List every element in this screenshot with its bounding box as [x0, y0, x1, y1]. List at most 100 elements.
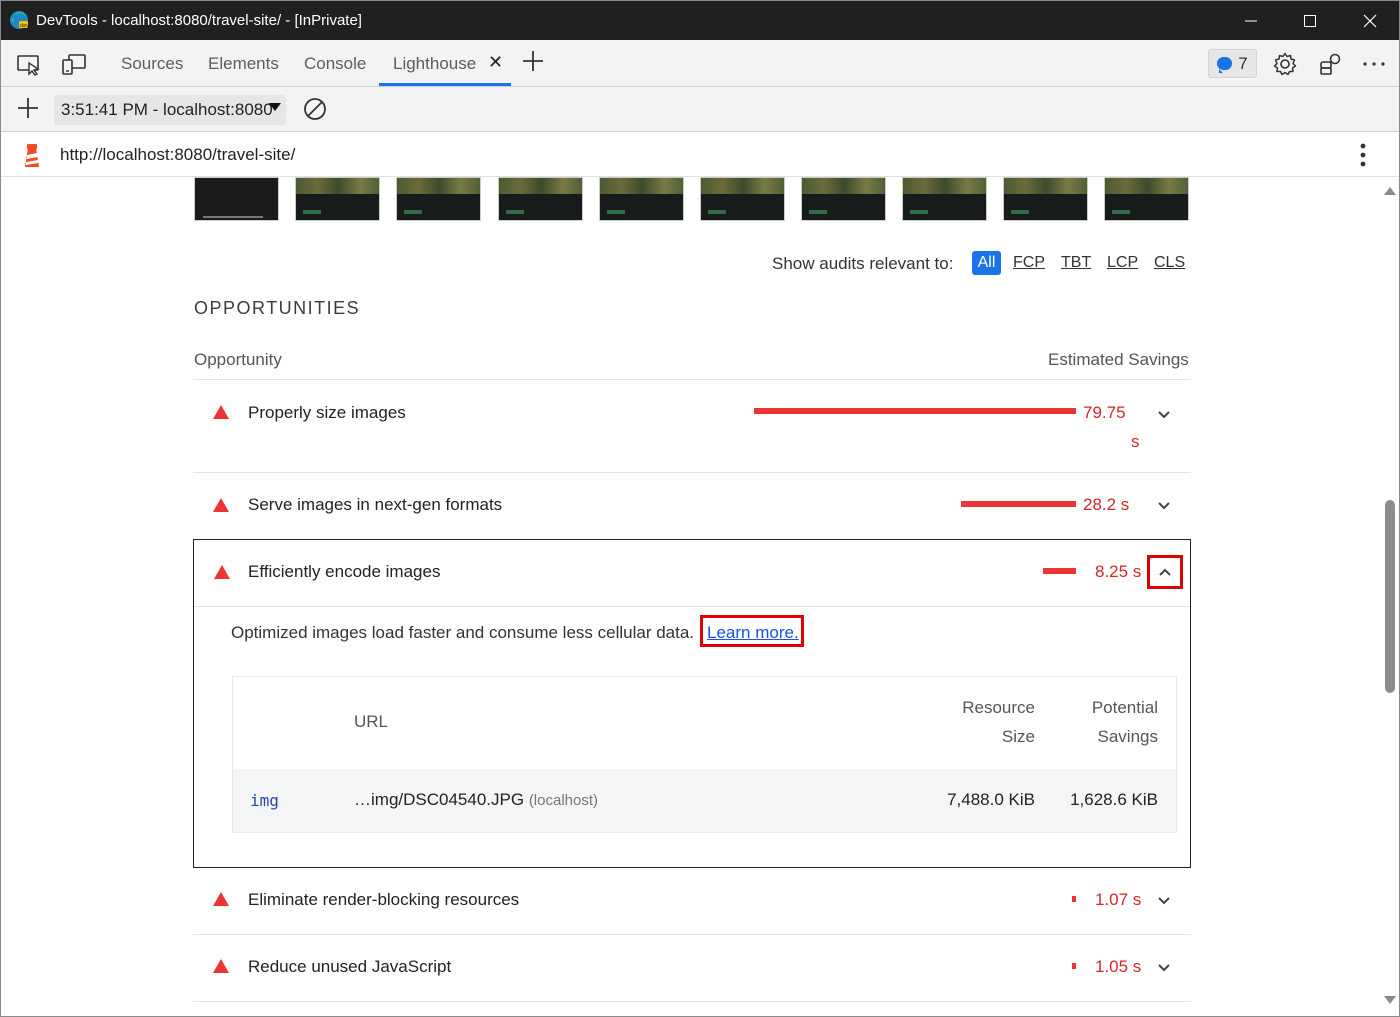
audit-properly-size-images[interactable]: Properly size images 79.75 s: [193, 380, 1191, 472]
audit-title: Eliminate render-blocking resources: [248, 890, 520, 909]
caret-down-icon: [269, 103, 281, 111]
audit-efficiently-encode-images: Efficiently encode images 8.25 s Optimiz…: [193, 539, 1191, 868]
filmstrip-frame: [599, 177, 684, 221]
savings-bar: [1072, 896, 1076, 902]
lighthouse-toolbar: 3:51:41 PM - localhost:8080: [1, 87, 1399, 132]
opportunities-heading: OPPORTUNITIES: [194, 298, 361, 318]
filmstrip-frame: [194, 177, 279, 221]
clear-reports-icon[interactable]: [303, 97, 327, 121]
more-options-icon[interactable]: [1361, 52, 1387, 76]
audit-title: Properly size images: [248, 403, 406, 422]
vertical-scrollbar[interactable]: [1381, 177, 1399, 1016]
scrollbar-thumb[interactable]: [1385, 500, 1395, 693]
fail-triangle-icon: [214, 565, 230, 579]
edge-devtools-icon: dev: [10, 11, 29, 29]
savings-bar: [1043, 568, 1076, 574]
svg-text:dev: dev: [20, 23, 29, 29]
audit-title: Reduce unused JavaScript: [248, 957, 452, 976]
fail-triangle-icon: [213, 892, 229, 906]
chevron-up-icon: [1159, 568, 1171, 576]
maximize-icon: [1304, 14, 1316, 27]
filter-cls-link[interactable]: CLS: [1154, 254, 1185, 272]
tab-sources[interactable]: Sources: [121, 54, 183, 74]
maximize-button[interactable]: [1280, 1, 1340, 40]
resource-size-header: Resource: [962, 698, 1035, 717]
minimize-button[interactable]: [1221, 1, 1281, 40]
filmstrip-frame: [498, 177, 583, 221]
element-tag[interactable]: img: [250, 791, 279, 810]
savings-unit: s: [1131, 432, 1140, 451]
filter-tbt-link[interactable]: TBT: [1061, 254, 1091, 272]
filmstrip: [193, 177, 1193, 221]
issues-count: 7: [1238, 53, 1248, 73]
chevron-down-icon[interactable]: [1157, 499, 1171, 513]
chevron-down-icon[interactable]: [1157, 961, 1171, 975]
collapse-audit-button[interactable]: [1147, 555, 1183, 589]
tab-elements[interactable]: Elements: [208, 54, 279, 74]
tab-lighthouse[interactable]: Lighthouse: [393, 54, 476, 74]
filter-fcp-link[interactable]: FCP: [1013, 254, 1045, 272]
resource-size-header: Size: [1001, 727, 1035, 746]
fail-triangle-icon: [213, 959, 229, 973]
savings-value: 8.25 s: [1095, 562, 1142, 581]
report-url: http://localhost:8080/travel-site/: [60, 145, 296, 164]
filmstrip-frame: [1104, 177, 1189, 221]
filmstrip-frame: [295, 177, 380, 221]
new-report-icon[interactable]: [16, 96, 40, 120]
close-tab-icon[interactable]: ✕: [488, 52, 503, 73]
chevron-down-icon[interactable]: [1157, 408, 1171, 422]
opportunity-column-header: Opportunity: [194, 350, 282, 369]
lighthouse-logo-icon: [25, 144, 39, 167]
filmstrip-frame: [902, 177, 987, 221]
filmstrip-frame: [801, 177, 886, 221]
scroll-down-arrow-icon[interactable]: [1384, 996, 1396, 1004]
filmstrip-frame: [1003, 177, 1088, 221]
report-menu-icon[interactable]: [1357, 142, 1369, 168]
devtools-tab-bar: Sources Elements Console Lighthouse ✕ 7: [1, 40, 1399, 87]
potential-savings-header: Savings: [1097, 727, 1158, 746]
audit-title: Serve images in next-gen formats: [248, 495, 503, 514]
audit-unused-javascript[interactable]: Reduce unused JavaScript 1.05 s: [193, 935, 1191, 1001]
devtools-window: dev DevTools - localhost:8080/travel-sit…: [0, 0, 1400, 1017]
filter-lcp-link[interactable]: LCP: [1107, 254, 1138, 272]
audit-title: Efficiently encode images: [248, 562, 441, 581]
active-tab-indicator: [379, 83, 511, 86]
learn-more-highlight: Learn more.: [700, 615, 804, 647]
issues-counter-button[interactable]: 7: [1208, 49, 1257, 78]
fail-triangle-icon: [213, 498, 229, 512]
divider: [193, 1001, 1191, 1002]
divider: [194, 606, 1190, 607]
savings-value: 28.2 s: [1083, 495, 1130, 514]
window-title: DevTools - localhost:8080/travel-site/ -…: [36, 12, 362, 29]
customize-devtools-icon[interactable]: [1318, 52, 1344, 76]
filter-all-button[interactable]: All: [972, 251, 1001, 275]
resource-url[interactable]: …img/DSC04540.JPG (localhost): [354, 790, 598, 810]
report-content[interactable]: Show audits relevant to: All FCP TBT LCP…: [1, 177, 1381, 1016]
issues-icon: [1217, 57, 1233, 73]
table-row: img …img/DSC04540.JPG (localhost) 7,488.…: [233, 769, 1176, 832]
close-window-button[interactable]: [1340, 1, 1399, 40]
audit-render-blocking[interactable]: Eliminate render-blocking resources 1.07…: [193, 868, 1191, 934]
report-selector[interactable]: 3:51:41 PM - localhost:8080: [54, 95, 286, 125]
settings-gear-icon[interactable]: [1272, 52, 1298, 76]
minimize-icon: [1245, 20, 1257, 21]
scroll-up-arrow-icon[interactable]: [1384, 187, 1396, 195]
potential-savings-value: 1,628.6 KiB: [1070, 790, 1158, 809]
close-icon: [1363, 14, 1377, 27]
filter-label: Show audits relevant to:: [772, 254, 954, 273]
audit-filter: Show audits relevant to: All FCP TBT LCP…: [1, 249, 1191, 277]
audit-next-gen-formats[interactable]: Serve images in next-gen formats 28.2 s: [193, 473, 1191, 539]
chevron-down-icon[interactable]: [1157, 894, 1171, 908]
filmstrip-frame: [396, 177, 481, 221]
savings-bar: [961, 501, 1076, 507]
add-tab-icon[interactable]: [521, 49, 545, 73]
inspect-element-icon[interactable]: [16, 52, 42, 76]
tab-console[interactable]: Console: [304, 54, 366, 74]
learn-more-link[interactable]: Learn more.: [707, 623, 799, 643]
device-toolbar-icon[interactable]: [61, 52, 87, 76]
savings-value: 79.75: [1083, 403, 1126, 422]
audit-description: Optimized images load faster and consume…: [231, 623, 695, 642]
fail-triangle-icon: [213, 405, 229, 419]
savings-value: 1.07 s: [1095, 890, 1142, 909]
filmstrip-frame: [700, 177, 785, 221]
